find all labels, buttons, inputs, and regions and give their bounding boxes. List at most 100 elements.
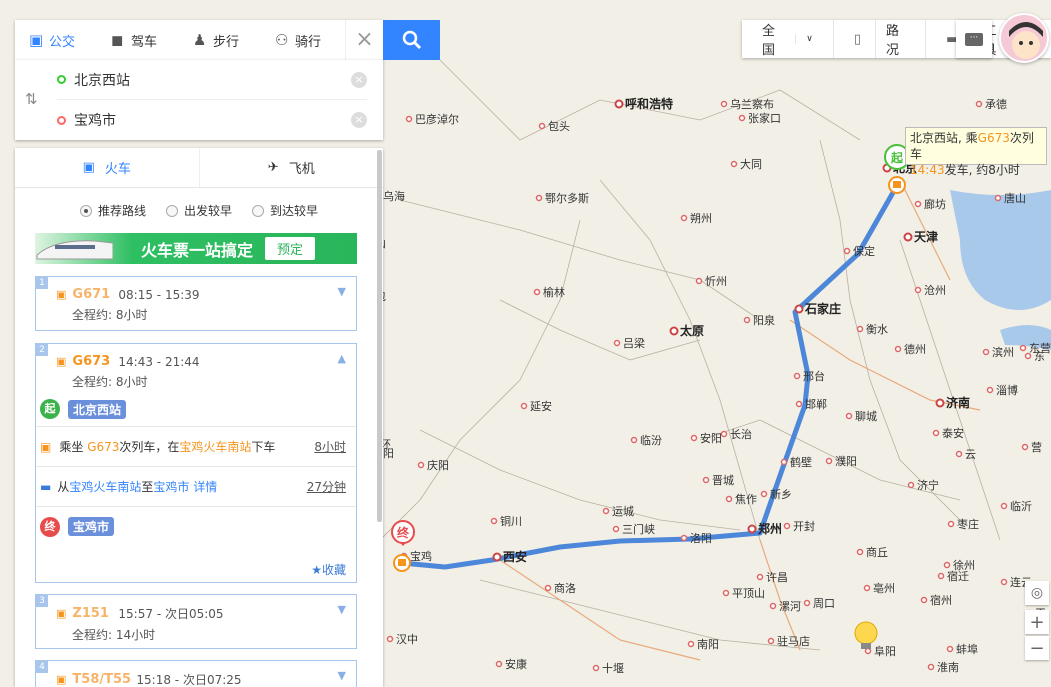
city-label[interactable]: 泰安 bbox=[942, 426, 964, 440]
city-label[interactable]: 滨州 bbox=[992, 345, 1014, 359]
city-label[interactable]: 淄博 bbox=[996, 384, 1018, 397]
tab-plane[interactable]: ✈ 飞机 bbox=[198, 148, 384, 187]
start-field[interactable]: 北京西站 × bbox=[57, 60, 367, 100]
city-label[interactable]: 十堰 bbox=[602, 661, 624, 675]
city-label[interactable]: 许昌 bbox=[766, 571, 788, 584]
city-label[interactable]: 长治 bbox=[730, 427, 752, 441]
city-label[interactable]: 沧州 bbox=[924, 283, 946, 297]
city-label[interactable]: 南阳 bbox=[697, 638, 719, 651]
city-label[interactable]: 德州 bbox=[904, 342, 926, 356]
pref-early-depart[interactable]: 出发较早 bbox=[165, 202, 232, 219]
city-label[interactable]: 亳州 bbox=[873, 581, 895, 595]
city-label[interactable]: 承德 bbox=[985, 97, 1007, 111]
city-label[interactable]: 阜阳 bbox=[874, 645, 896, 658]
close-icon[interactable]: × bbox=[345, 20, 383, 60]
end-field[interactable]: 宝鸡市 × bbox=[57, 100, 367, 140]
expand-icon[interactable]: ▼ bbox=[338, 603, 346, 616]
favorite-button[interactable]: ★收藏 bbox=[311, 561, 346, 578]
city-label[interactable]: 枣庄 bbox=[957, 517, 979, 531]
step-time[interactable]: 8小时 bbox=[314, 438, 346, 455]
scrollbar[interactable] bbox=[377, 150, 382, 522]
city-label[interactable]: 保定 bbox=[853, 244, 875, 258]
city-label[interactable]: 临沂 bbox=[1010, 499, 1032, 513]
city-label[interactable]: 蚌埠 bbox=[956, 642, 978, 656]
mode-car-tab[interactable]: ◼ 驾车 bbox=[97, 20, 179, 60]
city-label[interactable]: 衡水 bbox=[866, 323, 888, 336]
city-label[interactable]: 东 bbox=[1034, 350, 1045, 363]
city-label[interactable]: 张家口 bbox=[748, 111, 781, 125]
city-label[interactable]: 呼和浩特 bbox=[625, 96, 673, 111]
city-label[interactable]: 太原 bbox=[680, 323, 704, 338]
city-label[interactable]: 濮阳 bbox=[835, 454, 857, 468]
city-label[interactable]: 石家庄 bbox=[804, 301, 841, 316]
locate-button[interactable]: ◎ bbox=[1025, 581, 1049, 605]
city-label[interactable]: 天津 bbox=[914, 229, 938, 244]
clear-icon[interactable]: × bbox=[351, 71, 367, 88]
city-label[interactable]: 铜川 bbox=[500, 514, 522, 528]
city-label[interactable]: 商丘 bbox=[866, 545, 888, 559]
city-label[interactable]: 巴彦淖尔 bbox=[415, 112, 459, 126]
city-label[interactable]: 新乡 bbox=[770, 487, 792, 501]
ticket-banner[interactable]: 火车票一站搞定 预定 bbox=[35, 233, 357, 264]
city-label[interactable]: 平顶山 bbox=[732, 587, 765, 600]
zoom-out-button[interactable]: − bbox=[1025, 636, 1049, 660]
city-label[interactable]: 西安 bbox=[503, 549, 527, 564]
city-label[interactable]: 邯郸 bbox=[805, 397, 827, 411]
city-label[interactable]: 云 bbox=[965, 448, 976, 461]
city-label[interactable]: 延安 bbox=[530, 399, 552, 413]
city-label[interactable]: 庆阳 bbox=[427, 458, 449, 472]
city-label[interactable]: 洛阳 bbox=[690, 531, 712, 545]
result-card-2[interactable]: 2 ▣ G673 14:43 - 21:44 全程约: 8小时 ▲ 起 北京西站 ▣… bbox=[35, 343, 357, 583]
city-label[interactable]: 郑州 bbox=[758, 521, 782, 536]
city-label[interactable]: 廊坊 bbox=[924, 197, 946, 211]
detail-link[interactable]: 详情 bbox=[193, 478, 217, 495]
pref-recommended[interactable]: 推荐路线 bbox=[79, 202, 146, 219]
city-label[interactable]: 鹤壁 bbox=[790, 455, 812, 469]
pref-early-arrive[interactable]: 到达较早 bbox=[252, 202, 318, 219]
train-step[interactable]: ▣ 乘坐 G673 次列车，在 宝鸡火车南站 下车 8小时 bbox=[36, 426, 356, 466]
city-label[interactable]: 淮南 bbox=[937, 661, 959, 674]
city-label[interactable]: 忻州 bbox=[705, 275, 727, 288]
city-label[interactable]: 包头 bbox=[548, 120, 570, 133]
city-label[interactable]: 乌兰察布 bbox=[730, 97, 774, 111]
result-card-3[interactable]: 3 ▣ Z151 15:57 - 次日05:05 全程约: 14小时 ▼ bbox=[35, 594, 357, 649]
traffic-button[interactable]: ▯ 路况 bbox=[832, 20, 925, 58]
city-label[interactable]: 临汾 bbox=[640, 433, 662, 447]
city-label[interactable]: 商洛 bbox=[554, 581, 576, 595]
bus-step[interactable]: ▬ 从宝鸡火车南站至宝鸡市 详情 27分钟 bbox=[36, 466, 356, 506]
swap-icon[interactable]: ⇅ bbox=[25, 90, 38, 108]
region-select[interactable]: 全国 ∨ bbox=[742, 20, 833, 58]
book-button[interactable]: 预定 bbox=[265, 237, 316, 260]
city-label[interactable]: 周口 bbox=[813, 597, 835, 610]
city-label[interactable]: 朔州 bbox=[690, 212, 712, 225]
city-label[interactable]: 焦作 bbox=[735, 493, 757, 506]
city-label[interactable]: 宿迁 bbox=[947, 569, 969, 583]
city-label[interactable]: 邢台 bbox=[803, 369, 825, 383]
city-label[interactable]: 聊城 bbox=[855, 409, 877, 423]
collapse-icon[interactable]: ▲ bbox=[338, 352, 346, 365]
result-card-4[interactable]: 4 ▣ T58/T55 15:18 - 次日07:25 ▼ bbox=[35, 660, 357, 687]
city-label[interactable]: 漯河 bbox=[779, 600, 801, 613]
city-label[interactable]: 营 bbox=[1031, 440, 1042, 454]
city-label[interactable]: 唐山 bbox=[1004, 191, 1026, 205]
message-button[interactable]: ··· bbox=[956, 20, 992, 58]
city-label[interactable]: 乌海 bbox=[383, 189, 405, 203]
city-label[interactable]: 吕梁 bbox=[623, 336, 645, 350]
city-label[interactable]: 阳泉 bbox=[753, 313, 775, 327]
city-label[interactable]: 大同 bbox=[740, 157, 762, 171]
city-label[interactable]: 济南 bbox=[946, 395, 970, 410]
city-label[interactable]: 驻马店 bbox=[777, 634, 810, 648]
zoom-in-button[interactable]: + bbox=[1025, 610, 1049, 634]
city-label[interactable]: 鄂尔多斯 bbox=[545, 191, 589, 205]
expand-icon[interactable]: ▼ bbox=[338, 285, 346, 298]
search-button[interactable] bbox=[383, 20, 440, 60]
tab-train[interactable]: ▣ 火车 bbox=[15, 148, 199, 187]
city-label[interactable]: 安阳 bbox=[700, 431, 722, 445]
city-label[interactable]: 宝鸡 bbox=[410, 549, 432, 563]
city-label[interactable]: 汉中 bbox=[396, 633, 418, 646]
step-time[interactable]: 27分钟 bbox=[307, 478, 346, 495]
city-label[interactable]: 榆林 bbox=[543, 285, 565, 299]
city-label[interactable]: 三门峡 bbox=[622, 522, 655, 536]
mode-walk-tab[interactable]: ♟ 步行 bbox=[179, 20, 261, 60]
clear-icon[interactable]: × bbox=[351, 112, 367, 128]
